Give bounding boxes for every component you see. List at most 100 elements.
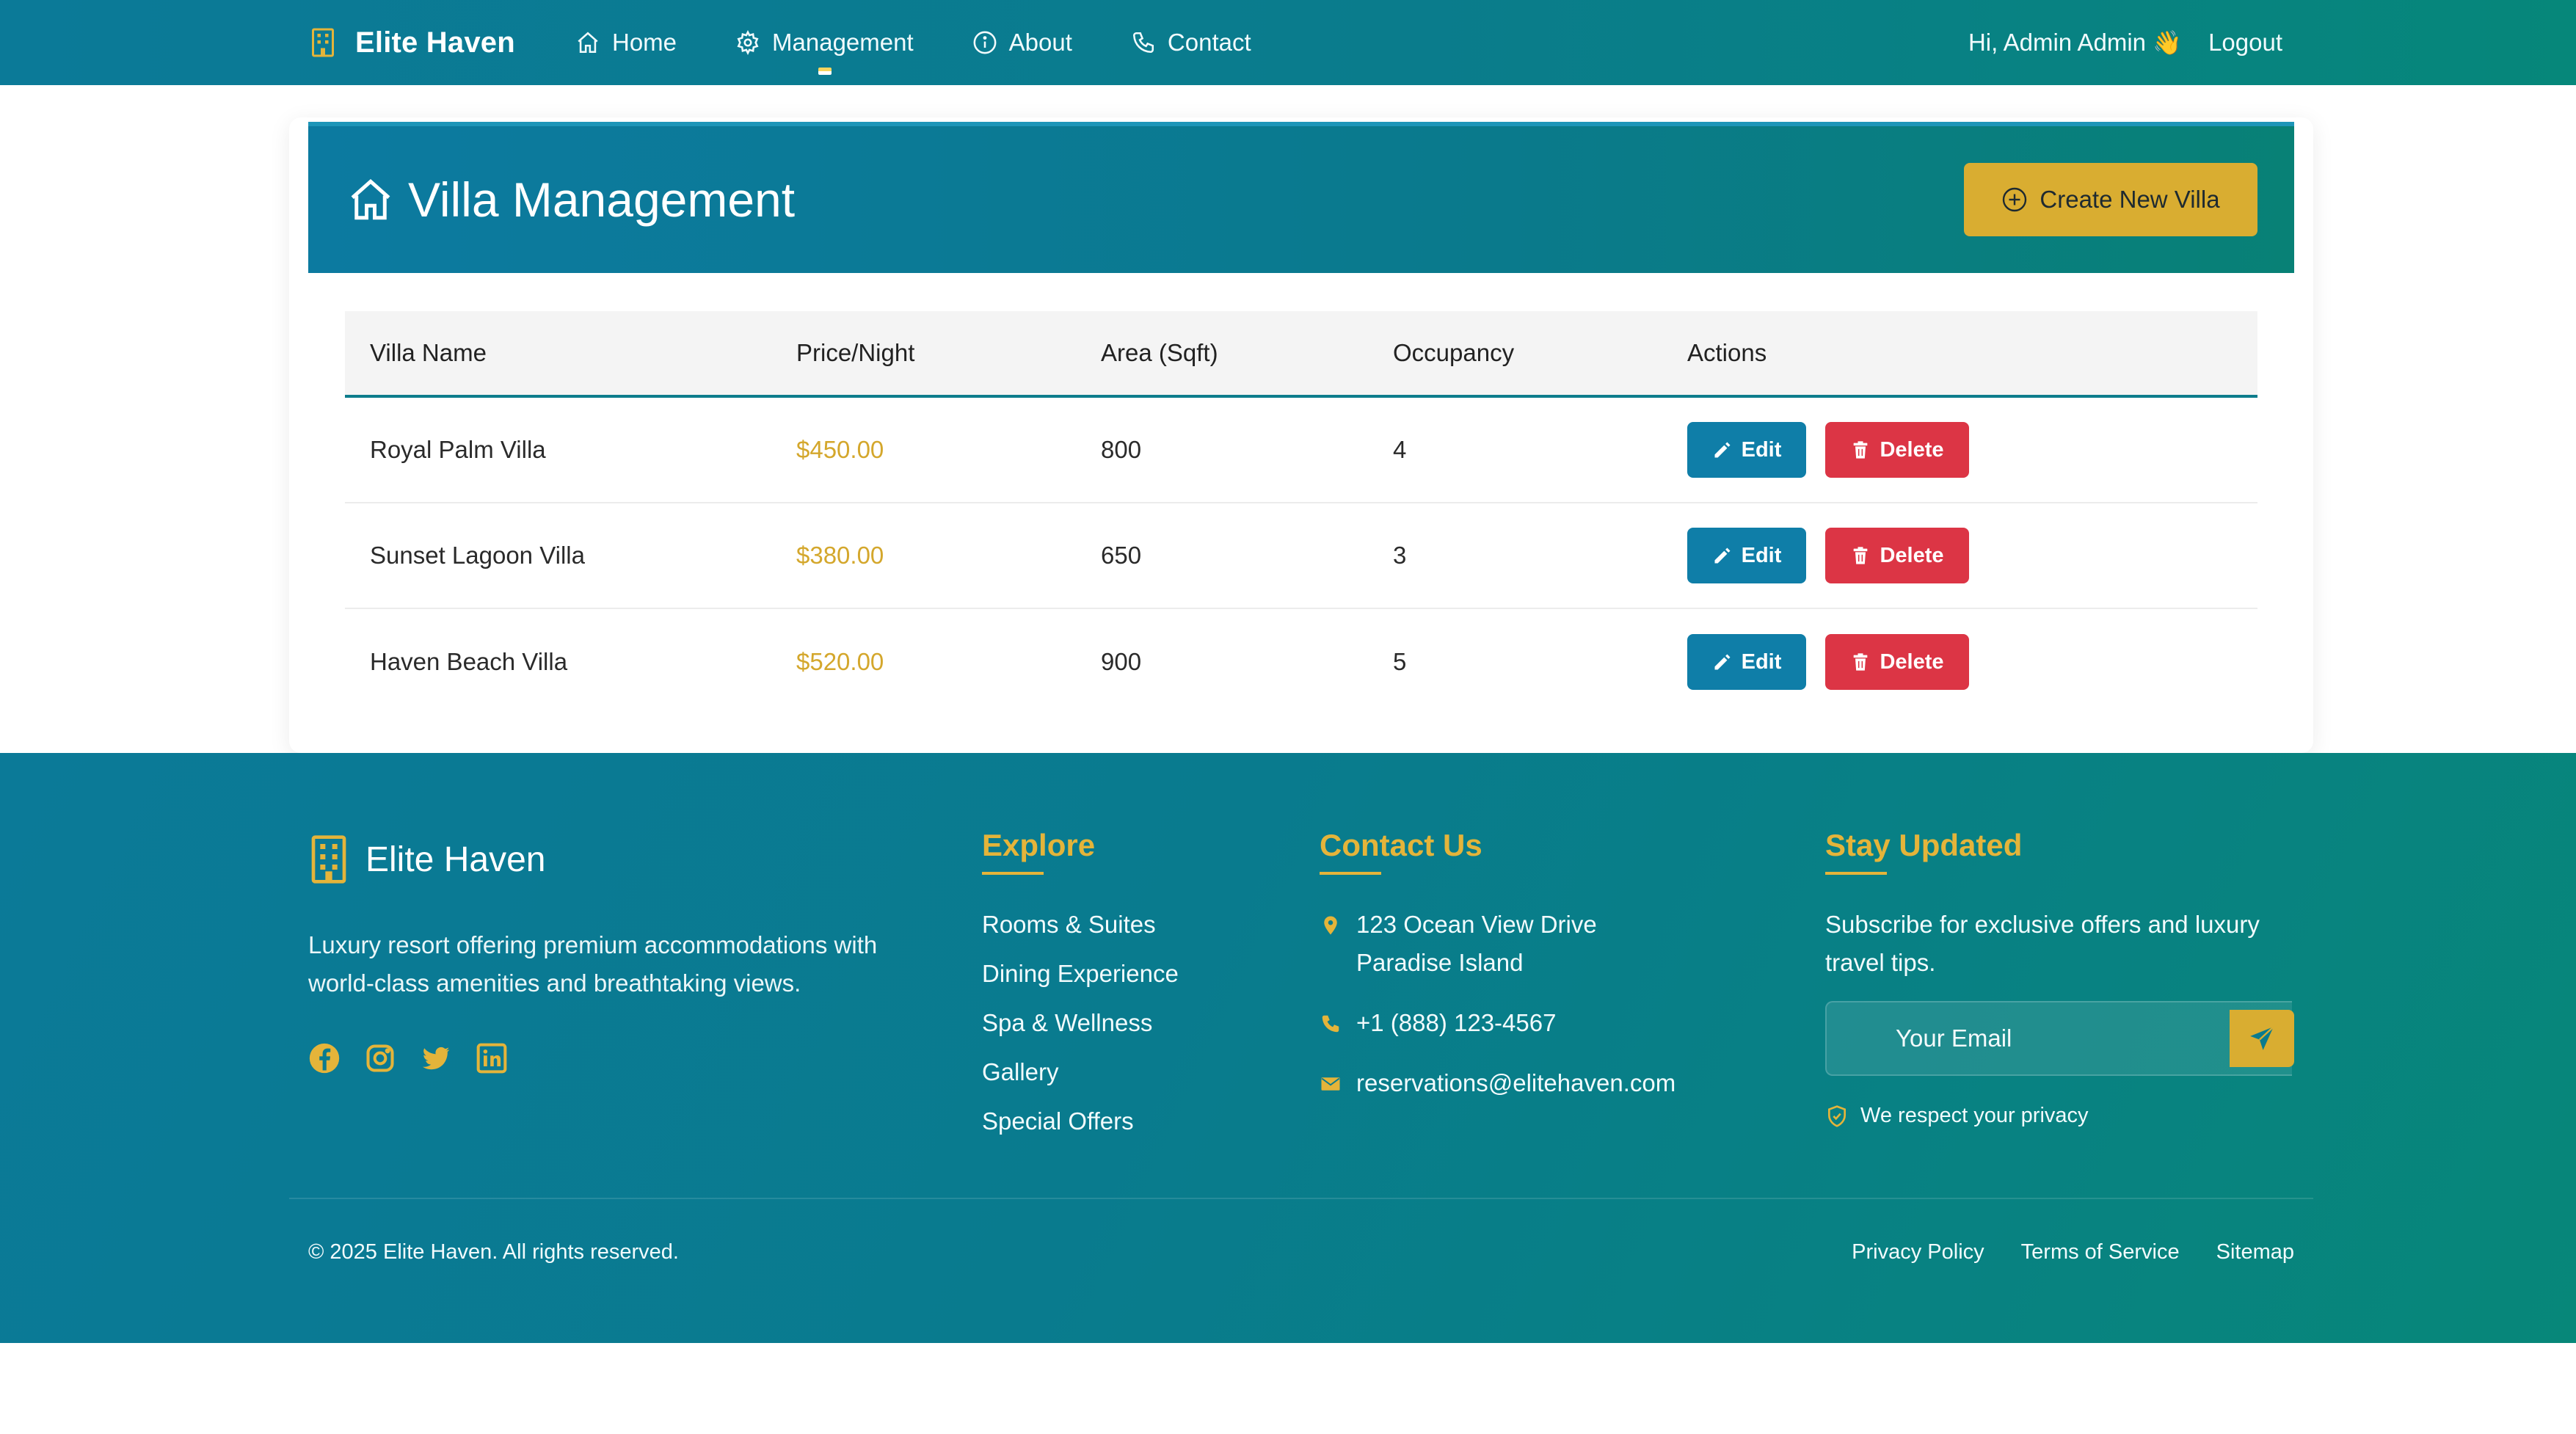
footer-divider (289, 1198, 2313, 1199)
subscribe-button[interactable] (2230, 1010, 2294, 1067)
location-pin-icon (1324, 916, 1337, 935)
page-title: Villa Management (346, 126, 795, 273)
top-navbar: Elite Haven Home Management About Contac… (0, 0, 2576, 85)
privacy-note-text: We respect your privacy (1860, 1104, 2089, 1127)
copyright: © 2025 Elite Haven. All rights reserved. (308, 1240, 679, 1264)
brand[interactable]: Elite Haven (308, 0, 515, 85)
pencil-icon (1714, 654, 1731, 670)
trash-icon (1854, 547, 1868, 564)
nav-management[interactable]: Management (735, 0, 914, 85)
nav-home[interactable]: Home (575, 0, 677, 85)
explore-link[interactable]: Gallery (982, 1053, 1179, 1102)
logout-link[interactable]: Logout (2208, 29, 2282, 57)
villa-price: $520.00 (796, 648, 884, 675)
nav-contact-label: Contact (1167, 29, 1251, 56)
facebook-icon[interactable] (308, 1042, 341, 1078)
page-title-text: Villa Management (408, 172, 796, 227)
create-villa-label: Create New Villa (2040, 186, 2220, 213)
table-row: Royal Palm Villa $450.00 800 4 Edit Dele… (345, 398, 2257, 503)
delete-label: Delete (1880, 649, 1944, 674)
sitemap-link[interactable]: Sitemap (2216, 1240, 2294, 1264)
table-row: Sunset Lagoon Villa $380.00 650 3 Edit D… (345, 503, 2257, 609)
villa-name: Sunset Lagoon Villa (370, 542, 585, 569)
nav-contact[interactable]: Contact (1131, 0, 1251, 85)
explore-title: Explore (982, 828, 1096, 875)
delete-button[interactable]: Delete (1825, 422, 1969, 478)
phone-row[interactable]: +1 (888) 123-4567 (1320, 1004, 1676, 1042)
pencil-icon (1714, 547, 1731, 564)
edit-button[interactable]: Edit (1687, 528, 1806, 583)
edit-button[interactable]: Edit (1687, 634, 1806, 690)
delete-button[interactable]: Delete (1825, 634, 1969, 690)
newsletter-email-input[interactable] (1825, 1001, 2292, 1076)
villa-name: Royal Palm Villa (370, 436, 546, 463)
explore-link[interactable]: Dining Experience (982, 955, 1179, 1004)
header-actions: Actions (1687, 339, 1767, 366)
info-icon (973, 31, 997, 54)
email-row[interactable]: reservations@elitehaven.com (1320, 1064, 1676, 1102)
villa-occupancy: 5 (1393, 648, 1407, 675)
social-links (308, 1042, 508, 1078)
header-area: Area (Sqft) (1101, 339, 1218, 366)
active-indicator (818, 68, 832, 75)
privacy-policy-link[interactable]: Privacy Policy (1852, 1240, 1984, 1264)
privacy-note: We respect your privacy (1825, 1104, 2089, 1128)
trash-icon (1854, 653, 1868, 671)
explore-link[interactable]: Special Offers (982, 1102, 1179, 1151)
villa-price: $450.00 (796, 436, 884, 463)
user-area: Hi, Admin Admin 👋 Logout (1968, 0, 2282, 85)
trash-icon (1854, 441, 1868, 459)
nav-management-label: Management (772, 29, 914, 56)
building-icon (308, 26, 338, 59)
explore-link[interactable]: Rooms & Suites (982, 906, 1179, 955)
villa-table: Villa Name Price/Night Area (Sqft) Occup… (345, 311, 2257, 715)
explore-links: Rooms & Suites Dining Experience Spa & W… (982, 906, 1179, 1151)
nav-about[interactable]: About (972, 0, 1072, 85)
twitter-icon[interactable] (420, 1042, 452, 1078)
gear-icon (737, 30, 759, 55)
table-row: Haven Beach Villa $520.00 900 5 Edit Del… (345, 609, 2257, 715)
villa-name: Haven Beach Villa (370, 648, 568, 675)
greeting-text: Hi, Admin Admin (1968, 29, 2147, 56)
plus-circle-icon (2003, 187, 2027, 212)
header-price: Price/Night (796, 339, 915, 366)
villa-occupancy: 4 (1393, 436, 1407, 463)
villa-price: $380.00 (796, 542, 884, 569)
nav-about-label: About (1008, 29, 1072, 56)
card-header: Villa Management Create New Villa (308, 122, 2294, 273)
subscribe-text: Subscribe for exclusive offers and luxur… (1825, 911, 2260, 976)
address-line-1: 123 Ocean View Drive (1356, 911, 1597, 938)
edit-button[interactable]: Edit (1687, 422, 1806, 478)
explore-link[interactable]: Spa & Wellness (982, 1004, 1179, 1053)
nav-links: Home Management About Contact (575, 0, 1310, 85)
brand-name: Elite Haven (355, 26, 515, 59)
footer-description: Luxury resort offering premium accommoda… (308, 931, 878, 997)
instagram-icon[interactable] (364, 1042, 396, 1078)
delete-label: Delete (1880, 437, 1944, 462)
legal-links: Privacy Policy Terms of Service Sitemap (1852, 1240, 2294, 1264)
villa-area: 800 (1101, 436, 1142, 463)
footer-brand[interactable]: Elite Haven (308, 834, 545, 885)
nav-home-label: Home (612, 29, 677, 56)
contact-info: 123 Ocean View Drive Paradise Island +1 (… (1320, 906, 1676, 1102)
delete-label: Delete (1880, 543, 1944, 567)
envelope-icon (1321, 1077, 1340, 1091)
subscribe-title: Stay Updated (1825, 828, 2023, 875)
address-row: 123 Ocean View Drive Paradise Island (1320, 906, 1676, 982)
villa-area: 900 (1101, 648, 1142, 675)
create-villa-button[interactable]: Create New Villa (1964, 163, 2257, 236)
terms-of-service-link[interactable]: Terms of Service (2021, 1240, 2180, 1264)
linkedin-icon[interactable] (476, 1042, 508, 1078)
contact-title: Contact Us (1320, 828, 1482, 875)
footer-brand-name: Elite Haven (365, 840, 546, 879)
site-footer: Elite Haven Luxury resort offering premi… (0, 753, 2576, 1343)
table-header: Villa Name Price/Night Area (Sqft) Occup… (345, 311, 2257, 398)
building-icon (311, 835, 346, 884)
header-occupancy: Occupancy (1393, 339, 1515, 366)
phone-number: +1 (888) 123-4567 (1356, 1009, 1557, 1036)
send-icon (2250, 1026, 2274, 1050)
edit-label: Edit (1741, 543, 1782, 567)
delete-button[interactable]: Delete (1825, 528, 1969, 583)
phone-icon (1132, 32, 1154, 54)
wave-emoji: 👋 (2153, 29, 2183, 56)
